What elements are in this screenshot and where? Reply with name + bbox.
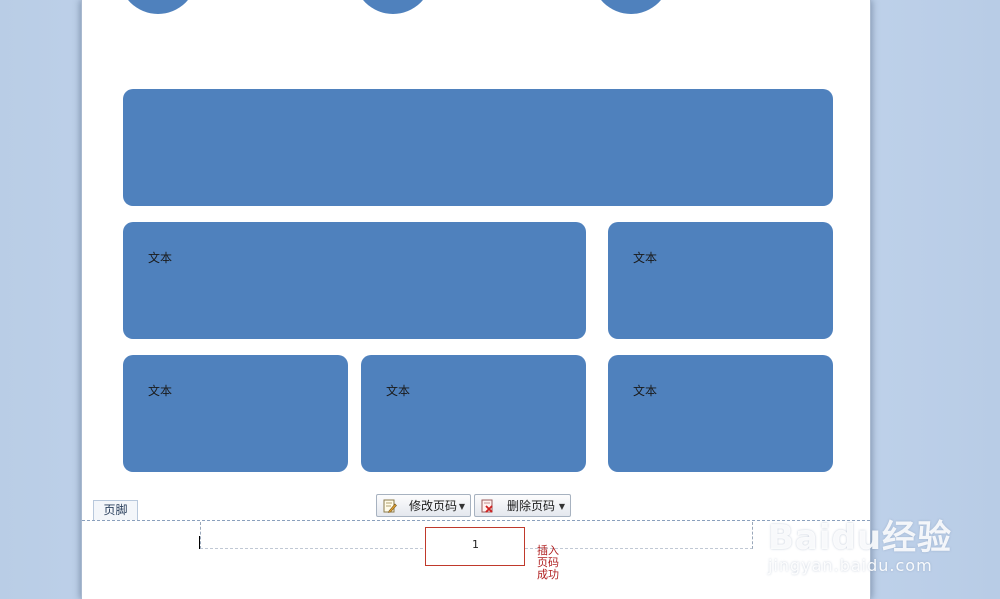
text-cursor [199, 536, 200, 549]
text-box-shape[interactable]: 文本 [361, 355, 586, 472]
page-number-highlight: 1 [425, 527, 525, 566]
page-number[interactable]: 1 [472, 538, 479, 551]
footer-divider [82, 520, 870, 521]
text-box-shape[interactable]: 文本 [123, 222, 586, 339]
text-box-label: 文本 [386, 384, 411, 398]
edit-page-number-button[interactable]: 修改页码 ▼ [376, 494, 471, 517]
footer-tag: 页脚 [93, 500, 138, 520]
text-box-label: 文本 [633, 384, 658, 398]
text-box-label: 文本 [148, 251, 173, 265]
edit-document-icon [383, 499, 397, 513]
text-box-shape[interactable]: 文本 [123, 355, 348, 472]
text-box-label: 文本 [633, 251, 658, 265]
text-box-shape[interactable]: 文本 [608, 355, 833, 472]
document-page: 文本 文本 文本 文本 文本 页脚 修改页码 ▼ 删除页码 ▼ 1 插入页码成功 [82, 0, 870, 599]
edit-page-number-label: 修改页码 [409, 499, 458, 513]
circle-shape[interactable] [119, 0, 197, 14]
circle-shape[interactable] [354, 0, 432, 14]
delete-document-icon [481, 499, 493, 513]
text-box-label: 文本 [148, 384, 173, 398]
delete-page-number-label: 删除页码 [507, 499, 556, 513]
chevron-down-icon: ▼ [558, 502, 565, 511]
banner-shape[interactable] [123, 89, 833, 206]
chevron-down-icon: ▼ [458, 502, 465, 511]
delete-page-number-button[interactable]: 删除页码 ▼ [474, 494, 571, 517]
text-box-shape[interactable]: 文本 [608, 222, 833, 339]
success-annotation: 插入页码成功 [537, 544, 559, 581]
circle-shape[interactable] [592, 0, 670, 14]
